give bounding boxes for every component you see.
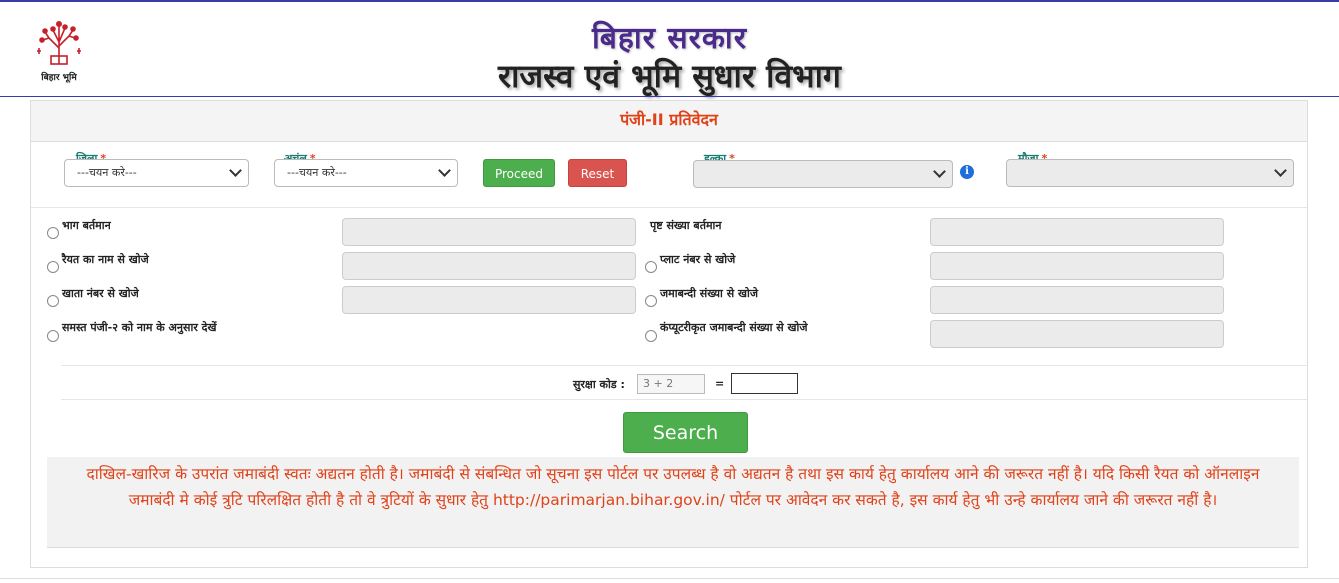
radio-all-panji-by-name[interactable]: [47, 330, 59, 342]
mauza-select[interactable]: [1006, 159, 1294, 187]
option-label: जमाबन्दी संख्या से खोजे: [660, 287, 758, 300]
computerised-jamabandi-input[interactable]: [930, 320, 1224, 348]
filter-divider: [31, 207, 1307, 208]
header-divider: [0, 96, 1339, 97]
captcha-divider: [61, 399, 1307, 400]
plot-number-input[interactable]: [930, 252, 1224, 280]
captcha-question: 3 + 2: [637, 374, 705, 394]
department-title: राजस्व एवं भूमि सुधार विभाग: [498, 57, 841, 95]
radio-raiyat-name[interactable]: [47, 261, 59, 273]
panel-heading: पंजी-II प्रतिवेदन: [31, 101, 1307, 142]
site-header: बिहार भूमि बिहार सरकार राजस्व एवं भूमि स…: [0, 2, 1339, 96]
bhag-bartaman-input[interactable]: [342, 218, 636, 246]
circle-select-value: ---चयन करे---: [287, 166, 347, 179]
radio-plot-number[interactable]: [645, 261, 657, 273]
circle-select[interactable]: ---चयन करे---: [274, 159, 458, 187]
option-label: रैयत का नाम से खोजे: [62, 253, 149, 266]
chevron-down-icon: [933, 165, 946, 178]
chevron-down-icon: [438, 164, 451, 177]
district-select[interactable]: ---चयन करे---: [64, 159, 249, 187]
option-label: कंप्यूटरीकृत जमाबन्दी संख्या से खोजे: [660, 321, 808, 334]
option-label: खाता नंबर से खोजे: [62, 287, 139, 300]
chevron-down-icon: [1274, 164, 1287, 177]
radio-computerised-jamabandi[interactable]: [645, 330, 657, 342]
search-button[interactable]: Search: [623, 412, 748, 453]
option-label: पृष्ट संख्या बर्तमान: [650, 219, 722, 232]
captcha-equals: =: [715, 377, 725, 390]
raiyat-name-input[interactable]: [342, 252, 636, 280]
captcha-label: सुरक्षा कोड :: [573, 378, 625, 391]
government-title: बिहार सरकार: [592, 21, 747, 56]
reset-button[interactable]: Reset: [568, 159, 627, 187]
page-number-input[interactable]: [930, 218, 1224, 246]
info-icon[interactable]: i: [960, 165, 974, 179]
chevron-down-icon: [229, 164, 242, 177]
radio-jamabandi-number[interactable]: [645, 295, 657, 307]
option-label: समस्त पंजी-२ को नाम के अनुसार देखें: [62, 321, 217, 334]
halka-select[interactable]: [693, 160, 953, 188]
radio-khata-number[interactable]: [47, 295, 59, 307]
report-panel: पंजी-II प्रतिवेदन जिला* ---चयन करे--- अच…: [30, 100, 1308, 568]
proceed-button[interactable]: Proceed: [483, 159, 555, 187]
district-select-value: ---चयन करे---: [77, 166, 137, 179]
options-divider: [61, 365, 1307, 366]
radio-bhag-bartaman[interactable]: [47, 227, 59, 239]
option-label: भाग बर्तमान: [62, 219, 111, 232]
info-notice: दाखिल-खारिज के उपरांत जमाबंदी स्वतः अद्य…: [47, 457, 1299, 548]
khata-number-input[interactable]: [342, 286, 636, 314]
captcha-answer-input[interactable]: [731, 373, 798, 394]
jamabandi-number-input[interactable]: [930, 286, 1224, 314]
footer-divider: [0, 578, 1339, 579]
option-label: प्लाट नंबर से खोजे: [660, 253, 736, 266]
